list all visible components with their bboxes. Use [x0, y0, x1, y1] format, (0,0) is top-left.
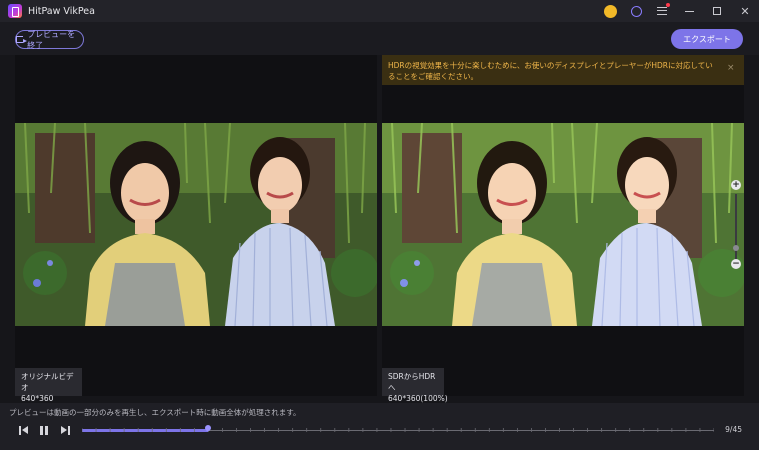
app-title: HitPaw VikPea [28, 5, 95, 17]
close-icon: ✕ [740, 4, 750, 18]
timeline-slider[interactable] [82, 423, 714, 437]
app-logo-icon [8, 4, 22, 18]
account-button[interactable] [623, 0, 649, 22]
zoom-control: + − [730, 180, 742, 270]
menu-icon [657, 3, 670, 15]
previous-frame-icon [21, 426, 28, 434]
exit-preview-label: プレビューを終了 [27, 29, 76, 50]
hdr-video-image [382, 123, 744, 326]
frame-counter: 9/45 [725, 425, 742, 434]
original-video-panel: オリジナルビデオ 640*360 [15, 55, 377, 403]
pause-icon-right [45, 425, 48, 435]
minimize-icon [684, 10, 694, 12]
next-frame-icon-bar [67, 425, 70, 435]
original-video-frame [15, 123, 377, 326]
title-bar: HitPaw VikPea ✕ [0, 0, 759, 22]
original-video-image [15, 123, 377, 326]
pause-button[interactable] [38, 424, 50, 436]
hdr-notice-text: HDRの視覚効果を十分に楽しむために、お使いのディスプレイとプレーヤーがHDRに… [388, 61, 713, 81]
cart-button[interactable] [597, 0, 623, 22]
previous-frame-icon-bar [18, 425, 21, 435]
title-bar-controls: ✕ [597, 0, 759, 22]
original-video-title: オリジナルビデオ [21, 372, 74, 392]
cart-icon [603, 4, 617, 18]
zoom-out-button[interactable]: − [731, 259, 741, 269]
exit-preview-button[interactable]: プレビューを終了 [15, 29, 84, 50]
close-window-button[interactable]: ✕ [731, 0, 759, 22]
user-icon [630, 5, 642, 17]
next-frame-icon [60, 426, 67, 434]
maximize-button[interactable] [703, 0, 731, 22]
toolbar: プレビューを終了 エクスポート [0, 22, 759, 55]
hdr-video-frame [382, 123, 744, 326]
zoom-in-button[interactable]: + [731, 180, 741, 190]
menu-button[interactable] [649, 0, 675, 22]
export-button[interactable]: エクスポート [671, 29, 743, 49]
hdr-video-caption: SDRからHDRへ 640*360(100%) [382, 368, 448, 403]
hdr-video-panel: HDRの視覚効果を十分に楽しむために、お使いのディスプレイとプレーヤーがHDRに… [382, 55, 744, 403]
hdr-notice-banner: HDRの視覚効果を十分に楽しむために、お使いのディスプレイとプレーヤーがHDRに… [382, 55, 744, 85]
playback-bar: プレビューは動画の一部分のみを再生し、エクスポート時に動画全体が処理されます。 … [0, 403, 759, 450]
exit-icon [16, 36, 28, 43]
preview-hint-text: プレビューは動画の一部分のみを再生し、エクスポート時に動画全体が処理されます。 [9, 408, 301, 417]
minimize-button[interactable] [675, 0, 703, 22]
notice-close-icon[interactable]: × [727, 64, 735, 73]
maximize-icon [713, 7, 721, 15]
previous-frame-button[interactable] [17, 424, 29, 436]
timeline-ticks [82, 428, 714, 432]
original-video-caption: オリジナルビデオ 640*360 [15, 368, 82, 403]
hdr-video-title: SDRからHDRへ [388, 372, 436, 392]
pause-icon-left [40, 425, 43, 435]
next-frame-button[interactable] [59, 424, 71, 436]
zoom-slider-handle[interactable] [733, 245, 739, 251]
